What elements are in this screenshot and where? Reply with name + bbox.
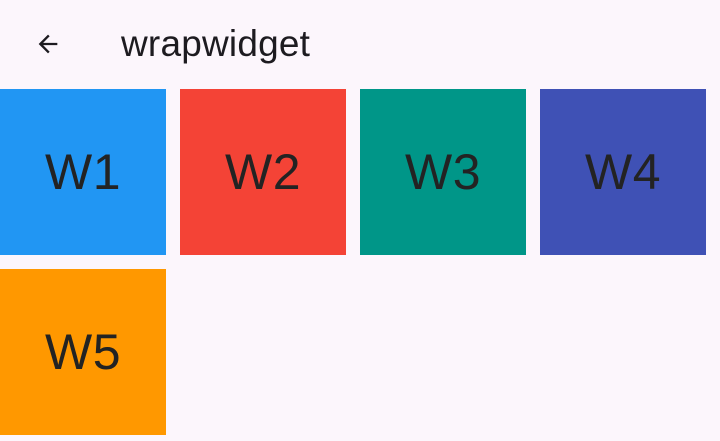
tile-label: W1 [45,144,121,200]
tile-w5: W5 [0,269,166,435]
arrow-back-icon [38,34,58,54]
tile-label: W2 [225,144,301,200]
page-title: wrapwidget [121,23,311,64]
tile-label: W5 [45,324,121,380]
app-bar: wrapwidget [0,0,720,88]
tile-w3: W3 [360,89,526,255]
tile-w4: W4 [540,89,706,255]
tile-label: W4 [585,144,661,200]
back-button[interactable] [24,20,72,68]
tile-w2: W2 [180,89,346,255]
tile-w1: W1 [0,89,166,255]
tile-label: W3 [405,144,481,200]
